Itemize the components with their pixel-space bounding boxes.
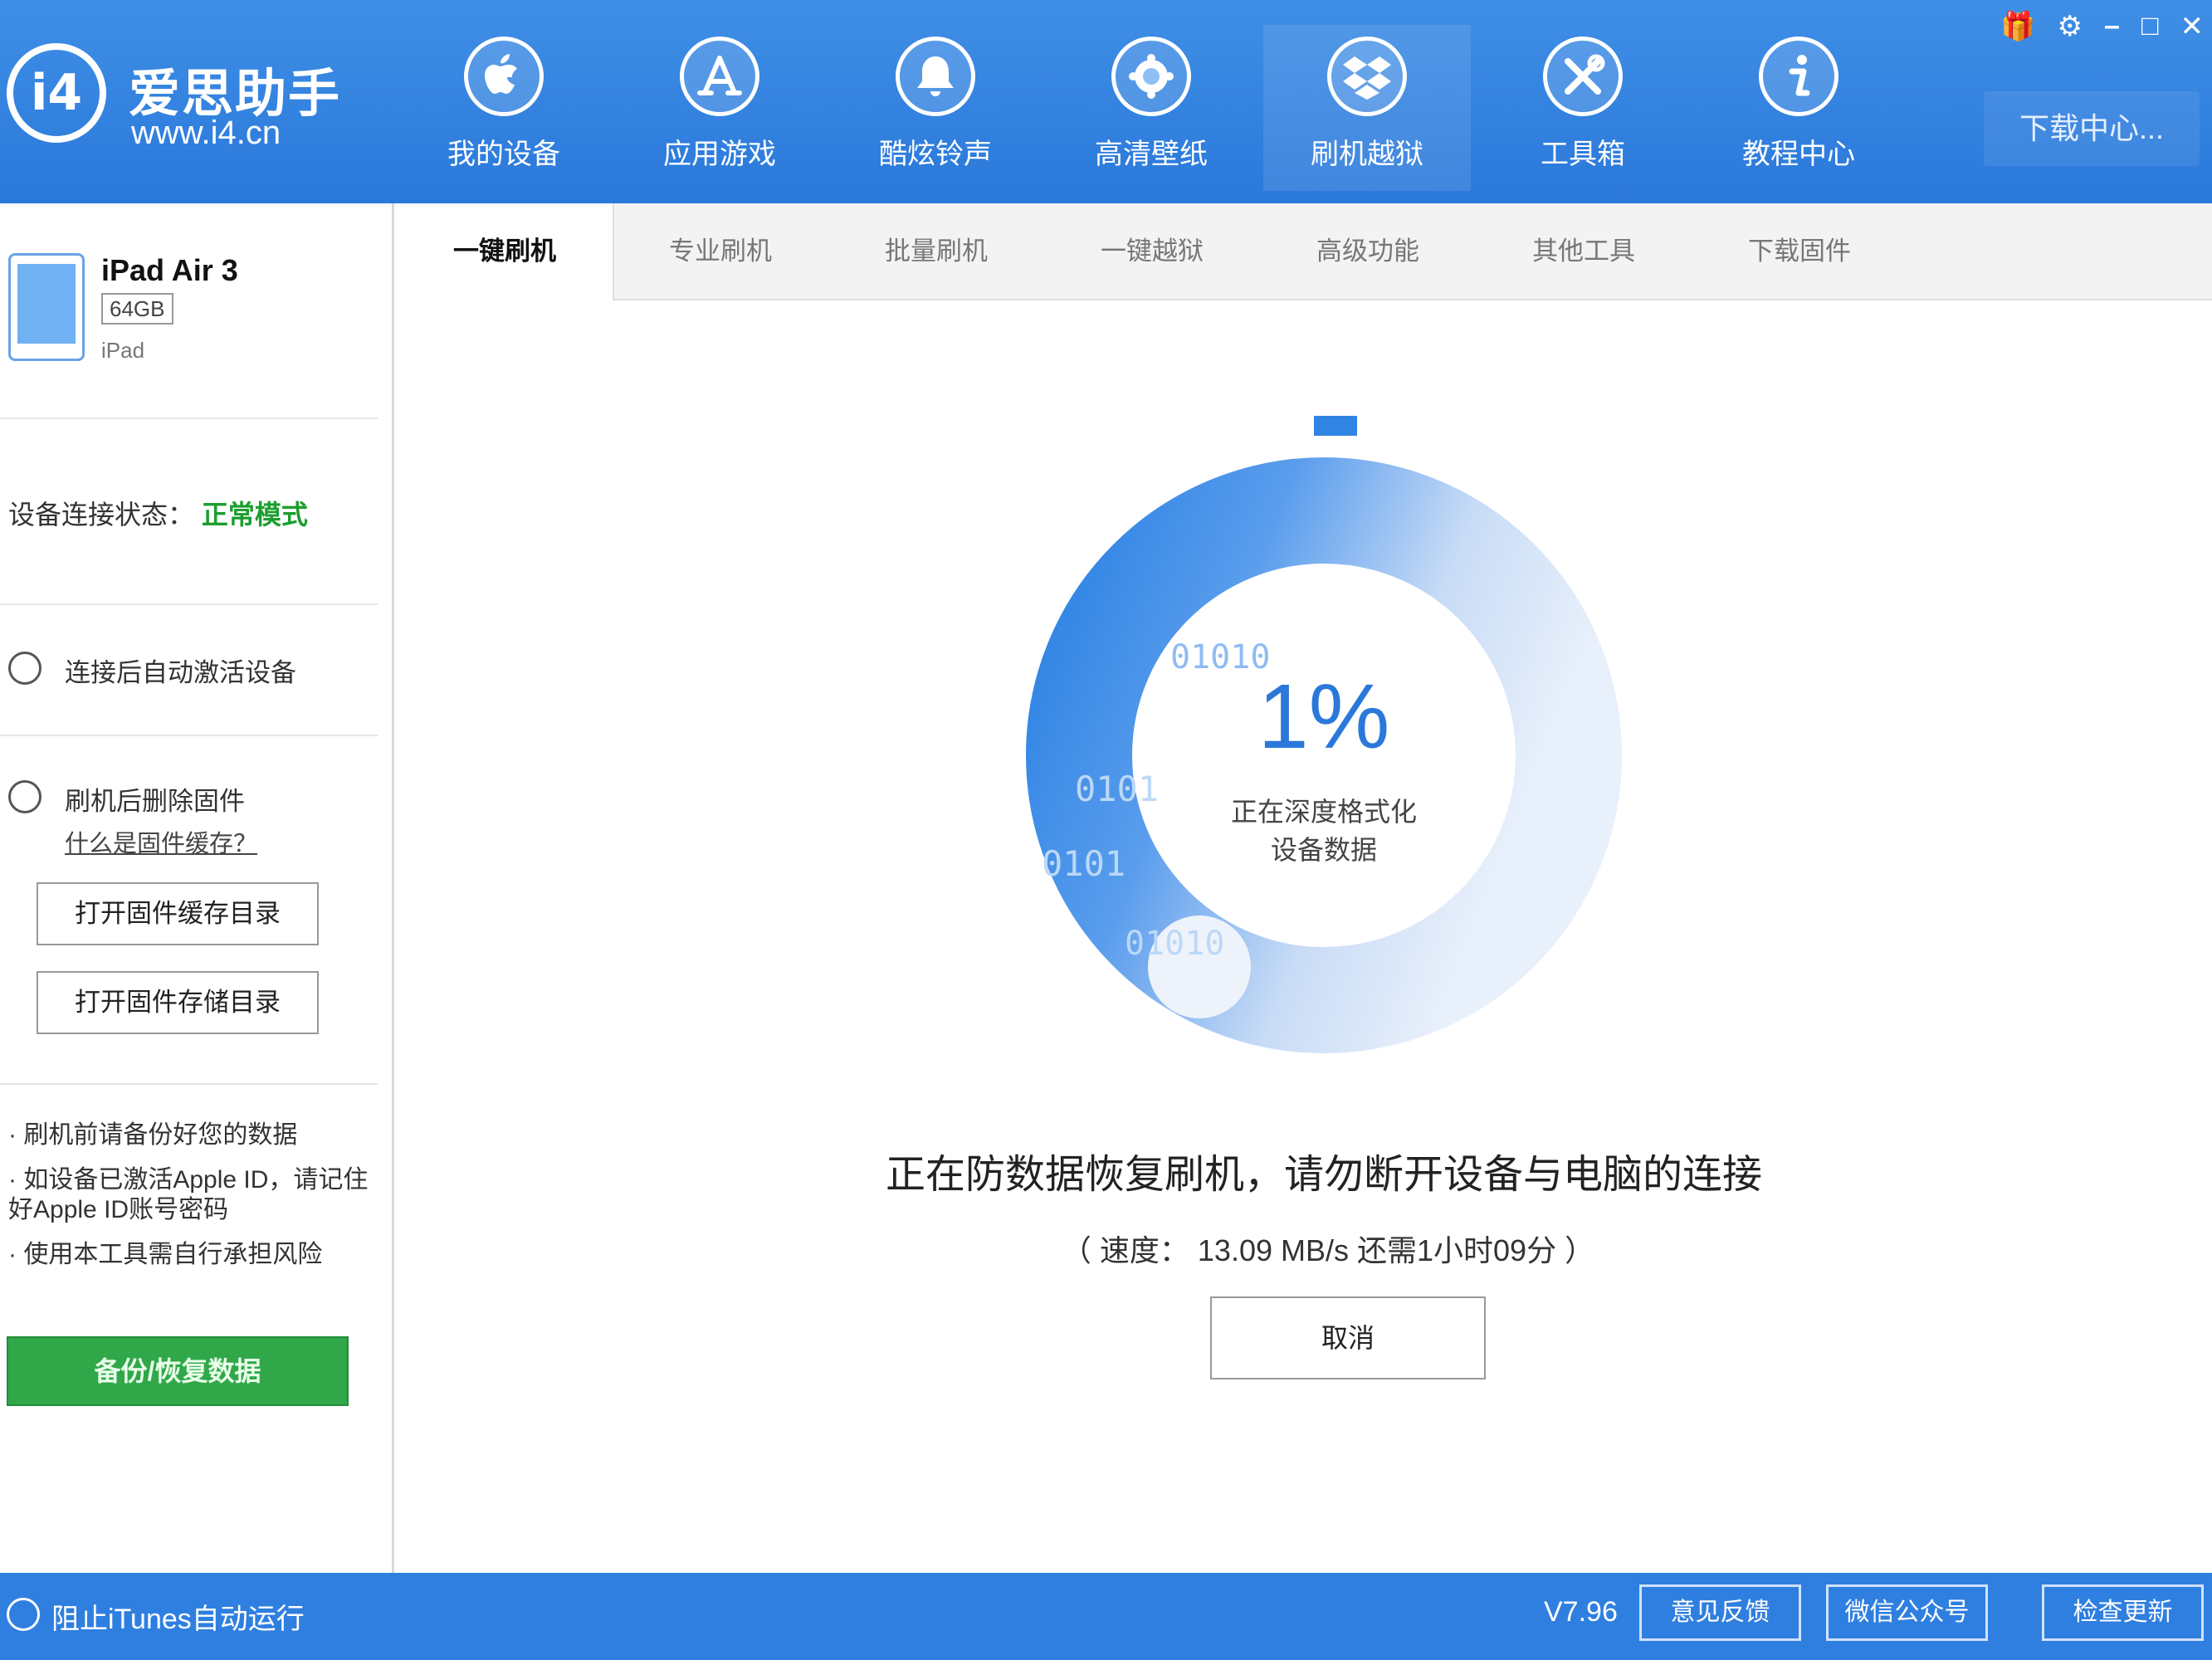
cancel-button[interactable]: 取消 [1210,1296,1486,1379]
flash-speed: （ 速度： 13.09 MB/s 还需1小时09分 ） [1061,1233,1595,1267]
top-header: i4 爱思助手 www.i4.cn 我的设备 应用游戏 酷炫铃声 高清壁纸 刷机… [0,0,2212,203]
open-firmware-storage-button[interactable]: 打开固件存储目录 [37,971,319,1034]
divider [0,417,378,419]
note-item: · 如设备已激活Apple ID，请记住好Apple ID账号密码 [8,1166,369,1223]
divider [0,603,378,605]
connection-status: 设备连接状态： 正常模式 [8,494,308,532]
progress-marker [1314,416,1357,436]
progress-status: 正在深度格式化 设备数据 [1191,793,1457,869]
app-store-icon [680,37,759,116]
connection-status-value: 正常模式 [201,500,308,530]
delete-firmware-radio[interactable] [8,780,42,813]
tab-pro-flash[interactable]: 专业刷机 [613,203,828,299]
tab-other-tools[interactable]: 其他工具 [1476,203,1692,299]
minimize-icon[interactable]: – [2104,10,2120,43]
gift-icon[interactable]: 🎁 [2000,10,2035,43]
wechat-account-button[interactable]: 微信公众号 [1826,1584,1988,1641]
ipad-icon [8,253,85,361]
status-bar: 阻止iTunes自动运行 V7.96 意见反馈 微信公众号 检查更新 [0,1573,2212,1660]
note-item: · 刷机前请备份好您的数据 [8,1121,298,1149]
dropbox-box-icon [1327,37,1407,116]
check-update-button[interactable]: 检查更新 [2042,1584,2204,1641]
bell-icon [896,37,975,116]
app-version: V7.96 [1544,1596,1618,1628]
nav-ringtones[interactable]: 酷炫铃声 [832,25,1039,191]
binary-text: 0101 [1042,843,1126,884]
window-controls: 🎁 ⚙ – □ ✕ [2000,10,2204,43]
block-itunes-label[interactable]: 阻止iTunes自动运行 [51,1596,305,1637]
app-logo-icon: i4 [7,43,106,143]
feedback-button[interactable]: 意见反馈 [1639,1584,1801,1641]
tab-advanced[interactable]: 高级功能 [1260,203,1476,299]
maximize-icon[interactable]: □ [2141,10,2159,43]
delete-firmware-label: 刷机后删除固件 [65,787,245,816]
nav-my-device[interactable]: 我的设备 [400,25,608,191]
auto-activate-label: 连接后自动激活设备 [65,658,296,687]
tab-one-click-flash[interactable]: 一键刷机 [397,203,614,300]
flash-notes: · 刷机前请备份好您的数据 · 如设备已激活Apple ID，请记住好Apple… [8,1120,386,1285]
nav-toolbox[interactable]: 工具箱 [1479,25,1687,191]
app-url: www.i4.cn [131,115,281,151]
divider [0,1083,378,1085]
firmware-cache-help-link[interactable]: 什么是固件缓存？ [65,824,257,859]
nav-wallpapers[interactable]: 高清壁纸 [1047,25,1255,191]
nav-label: 教程中心 [1742,139,1855,170]
connection-status-label: 设备连接状态： [8,500,195,530]
wallpaper-icon [1111,37,1191,116]
tab-download-firmware[interactable]: 下载固件 [1692,203,1907,299]
close-icon[interactable]: ✕ [2180,10,2205,43]
tab-batch-flash[interactable]: 批量刷机 [828,203,1044,299]
open-firmware-cache-button[interactable]: 打开固件缓存目录 [37,882,319,945]
note-item: · 使用本工具需自行承担风险 [8,1241,323,1268]
nav-label: 刷机越狱 [1311,139,1423,170]
nav-label: 工具箱 [1541,139,1625,170]
block-itunes-radio[interactable] [7,1598,40,1631]
binary-text: 0101 [1075,769,1159,809]
flash-tabs: 一键刷机 专业刷机 批量刷机 一键越狱 高级功能 其他工具 下载固件 [397,203,2212,300]
device-type: iPad [101,338,145,363]
progress-status-line: 设备数据 [1270,835,1377,865]
nav-label: 应用游戏 [663,139,776,170]
tab-one-click-jailbreak[interactable]: 一键越狱 [1044,203,1260,299]
backup-restore-button[interactable]: 备份/恢复数据 [7,1336,349,1406]
flash-message: 正在防数据恢复刷机，请勿断开设备与电脑的连接 [885,1153,1762,1197]
nav-label: 酷炫铃声 [879,139,992,170]
auto-activate-radio[interactable] [8,652,42,685]
sidebar: iPad Air 3 64GB iPad 设备连接状态： 正常模式 连接后自动激… [0,203,394,1573]
progress-status-line: 正在深度格式化 [1230,797,1417,827]
settings-icon[interactable]: ⚙ [2058,10,2083,43]
nav-flash-jailbreak[interactable]: 刷机越狱 [1263,25,1471,191]
auto-activate-option[interactable]: 连接后自动激活设备 [8,652,296,689]
info-icon [1759,37,1838,116]
download-center-button[interactable]: 下载中心... [1984,91,2200,166]
device-storage-badge: 64GB [101,293,173,325]
tools-icon [1543,37,1623,116]
apple-icon [464,37,544,116]
nav-apps-games[interactable]: 应用游戏 [616,25,823,191]
progress-percent: 1% [1257,666,1390,768]
delete-firmware-option[interactable]: 刷机后删除固件 什么是固件缓存？ [8,780,257,859]
nav-label: 我的设备 [447,139,560,170]
nav-label: 高清壁纸 [1095,139,1208,170]
device-name: iPad Air 3 [101,253,238,287]
binary-text: 01010 [1125,925,1224,963]
divider [0,735,378,736]
nav-tutorials[interactable]: 教程中心 [1695,25,1902,191]
